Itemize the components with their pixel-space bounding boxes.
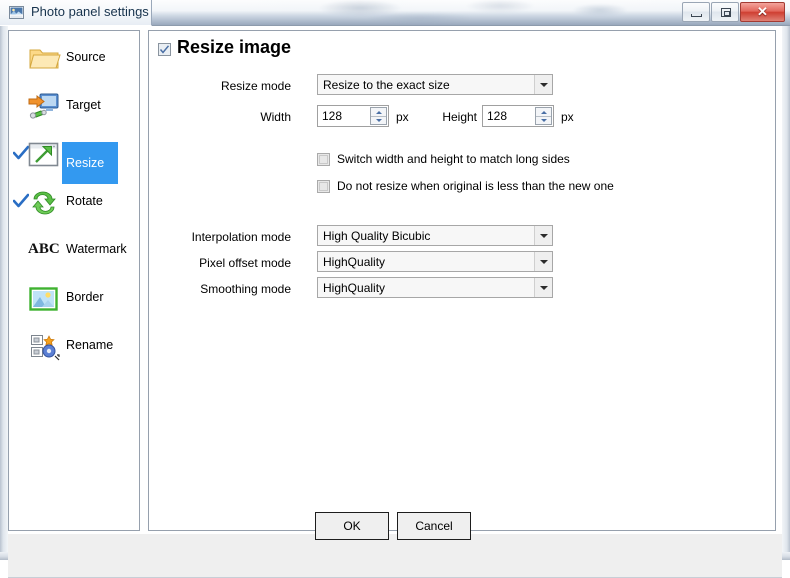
- ok-button[interactable]: OK: [315, 512, 389, 540]
- sidebar-item-label: Rename: [66, 338, 114, 352]
- window-title: Photo panel settings: [31, 4, 149, 19]
- no-upscale-checkbox[interactable]: [317, 180, 330, 193]
- width-label: Width: [260, 110, 291, 124]
- aero-glass-blur: [300, 0, 680, 25]
- window-body: Source Target Resize Rotate ABC Watermar…: [0, 26, 790, 578]
- smoothing-mode-value: HighQuality: [323, 281, 386, 295]
- resize-mode-value: Resize to the exact size: [323, 78, 450, 92]
- monitor-arrow-icon: [27, 91, 61, 123]
- sidebar-item-target[interactable]: Target: [9, 83, 139, 131]
- sidebar-item-watermark[interactable]: ABC Watermark: [9, 227, 139, 275]
- pixel-offset-mode-label: Pixel offset mode: [199, 256, 291, 270]
- sidebar-item-label: Rotate: [66, 194, 103, 208]
- window-left-edge: [0, 26, 8, 560]
- svg-text:ABC: ABC: [28, 241, 60, 257]
- interpolation-mode-label: Interpolation mode: [191, 230, 291, 244]
- rotate-arrows-icon: [27, 187, 61, 219]
- interpolation-mode-value: High Quality Bicubic: [323, 229, 431, 243]
- minimize-button[interactable]: [682, 2, 710, 22]
- sidebar-item-label: Target: [66, 98, 101, 112]
- switch-sides-checkbox[interactable]: [317, 153, 330, 166]
- resize-mode-label: Resize mode: [220, 79, 291, 93]
- settings-sidebar: Source Target Resize Rotate ABC Watermar…: [8, 30, 140, 531]
- picture-frame-icon: [27, 283, 61, 315]
- sidebar-item-rotate[interactable]: Rotate: [9, 179, 139, 227]
- resize-image-checkbox[interactable]: [158, 43, 171, 56]
- window-controls: ✕: [682, 2, 785, 22]
- gear-rename-icon: [27, 331, 61, 363]
- sidebar-item-label: Resize: [62, 142, 118, 184]
- smoothing-mode-select[interactable]: HighQuality: [317, 277, 553, 298]
- width-input[interactable]: 128: [317, 105, 389, 127]
- photo-settings-icon: [9, 6, 24, 20]
- width-stepper-down[interactable]: [371, 116, 386, 124]
- sidebar-item-label: Source: [66, 50, 106, 64]
- sidebar-item-label: Watermark: [66, 242, 127, 256]
- interpolation-mode-select[interactable]: High Quality Bicubic: [317, 225, 553, 246]
- page-title: Resize image: [177, 37, 292, 57]
- footer-band: [8, 534, 782, 578]
- height-label: Height: [442, 110, 477, 124]
- chevron-down-icon[interactable]: [534, 252, 552, 271]
- maximize-icon: [721, 8, 731, 17]
- resize-mode-select[interactable]: Resize to the exact size: [317, 74, 553, 95]
- abc-text-icon: ABC: [27, 239, 61, 271]
- width-value: 128: [322, 109, 343, 123]
- no-upscale-label: Do not resize when original is less than…: [337, 179, 614, 193]
- minimize-icon: [691, 14, 702, 17]
- height-stepper-down[interactable]: [536, 116, 551, 124]
- close-button[interactable]: ✕: [740, 2, 785, 22]
- photo-panel-settings-window: Photo panel settings ✕ Source Target Res…: [0, 0, 790, 578]
- sidebar-item-border[interactable]: Border: [9, 275, 139, 323]
- window-right-edge: [782, 26, 790, 560]
- chevron-down-icon[interactable]: [534, 226, 552, 245]
- smoothing-mode-label: Smoothing mode: [200, 282, 291, 296]
- height-unit: px: [561, 110, 574, 124]
- height-stepper[interactable]: [535, 107, 552, 125]
- switch-sides-label: Switch width and height to match long si…: [337, 152, 570, 166]
- sidebar-item-rename[interactable]: Rename: [9, 323, 139, 371]
- maximize-button[interactable]: [711, 2, 739, 22]
- cancel-button[interactable]: Cancel: [397, 512, 471, 540]
- height-input[interactable]: 128: [482, 105, 554, 127]
- pixel-offset-mode-select[interactable]: HighQuality: [317, 251, 553, 272]
- width-unit: px: [396, 110, 409, 124]
- height-value: 128: [487, 109, 508, 123]
- sidebar-item-source[interactable]: Source: [9, 35, 139, 83]
- width-stepper[interactable]: [370, 107, 387, 125]
- resize-window-icon: [27, 139, 61, 171]
- chevron-down-icon[interactable]: [534, 75, 552, 94]
- close-icon: ✕: [757, 4, 768, 19]
- resize-settings-panel: Resize image Resize mode Resize to the e…: [148, 30, 776, 531]
- sidebar-item-label: Border: [66, 290, 104, 304]
- pixel-offset-mode-value: HighQuality: [323, 255, 386, 269]
- chevron-down-icon[interactable]: [534, 278, 552, 297]
- sidebar-item-resize[interactable]: Resize: [9, 131, 139, 184]
- folder-icon: [27, 43, 61, 75]
- title-bar: Photo panel settings ✕: [0, 0, 790, 26]
